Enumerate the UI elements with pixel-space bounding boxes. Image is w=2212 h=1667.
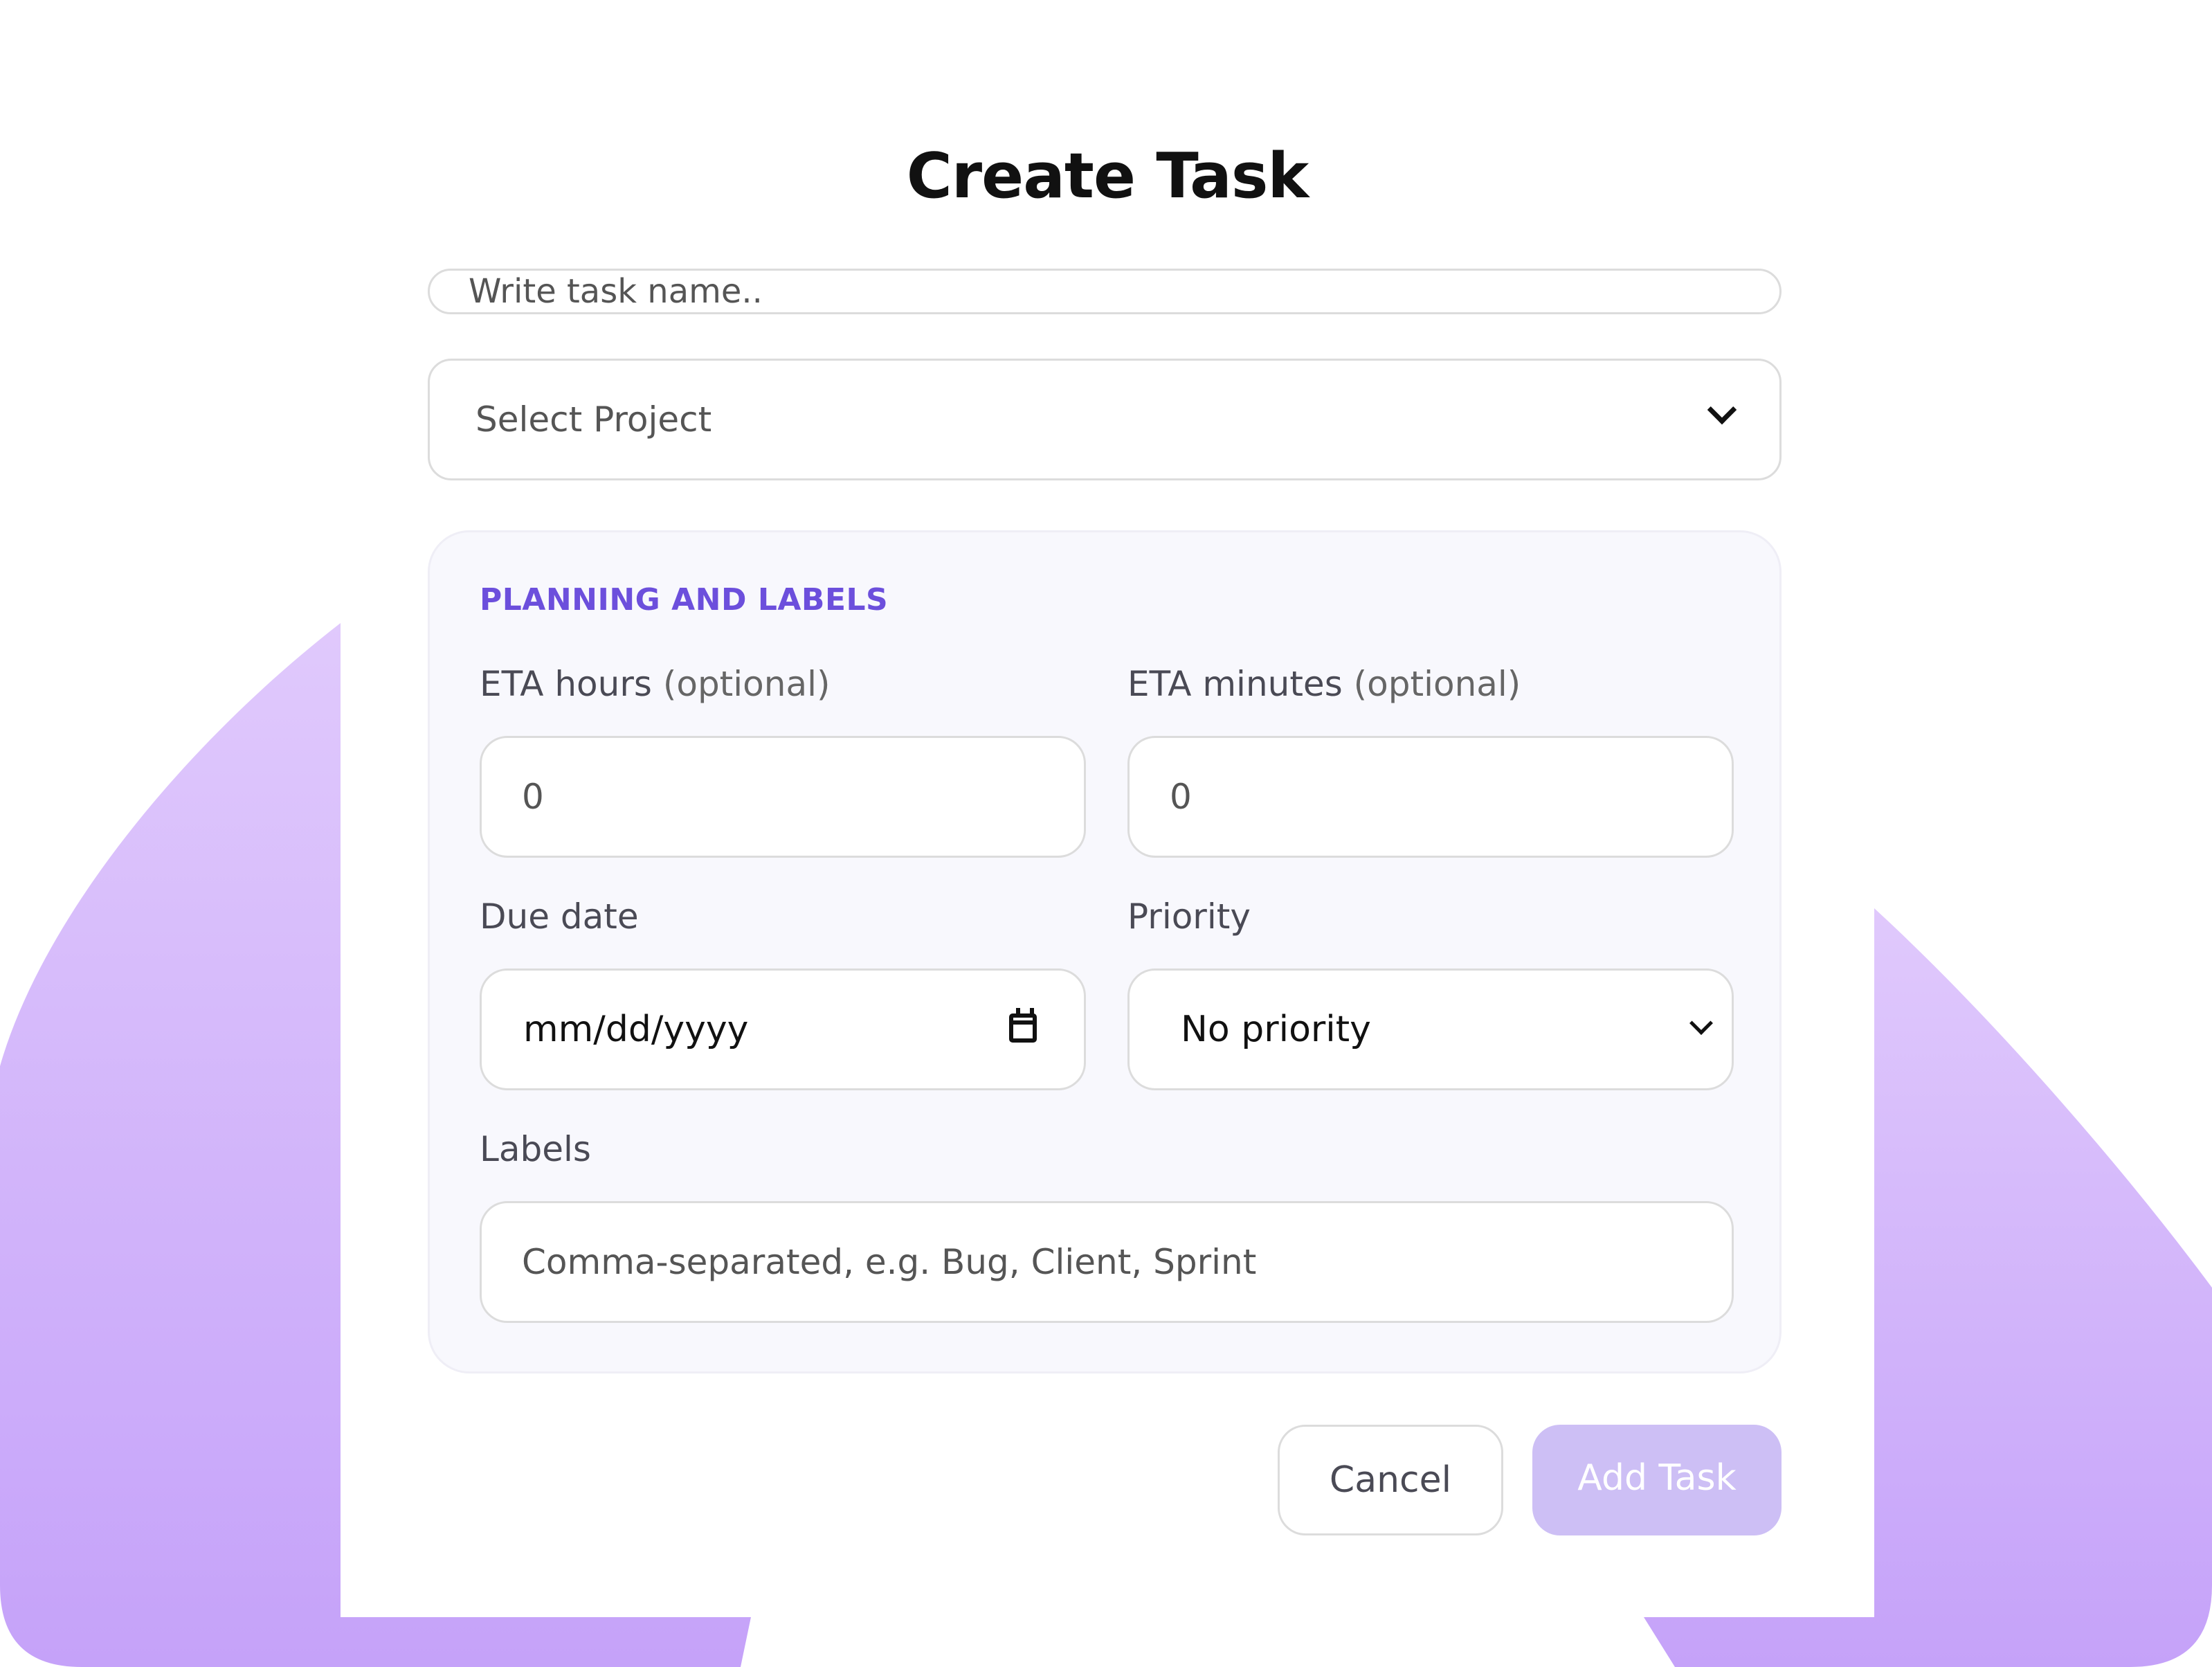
due-date-label: Due date — [480, 896, 639, 937]
labels-input[interactable] — [482, 1203, 1732, 1321]
eta-hours-optional: (optional) — [662, 664, 831, 704]
project-select[interactable]: Select Project — [428, 359, 1782, 480]
calendar-icon[interactable] — [1009, 1008, 1037, 1043]
eta-minutes-optional: (optional) — [1353, 664, 1521, 704]
eta-hours-label: ETA hours (optional) — [480, 664, 831, 704]
task-name-input[interactable] — [428, 269, 1782, 314]
eta-minutes-input[interactable] — [1130, 738, 1732, 856]
eta-minutes-field — [1127, 736, 1734, 858]
eta-minutes-label: ETA minutes (optional) — [1127, 664, 1521, 704]
priority-label: Priority — [1127, 896, 1251, 937]
cancel-button[interactable]: Cancel — [1278, 1425, 1503, 1535]
project-select-value: Select Project — [475, 399, 712, 440]
section-title: PLANNING AND LABELS — [480, 582, 889, 618]
priority-select[interactable]: No priority — [1127, 968, 1734, 1090]
eta-minutes-label-text: ETA minutes — [1127, 664, 1343, 704]
due-date-value: mm/dd/yyyy — [523, 1009, 749, 1050]
modal-title: Create Task — [906, 140, 1309, 213]
labels-label: Labels — [480, 1129, 591, 1169]
add-task-button[interactable]: Add Task — [1532, 1425, 1782, 1535]
planning-panel: PLANNING AND LABELS ETA hours (optional)… — [428, 530, 1782, 1373]
priority-value: No priority — [1181, 1009, 1371, 1050]
due-date-input[interactable]: mm/dd/yyyy — [480, 968, 1086, 1090]
chevron-down-icon — [1689, 1011, 1713, 1035]
eta-hours-label-text: ETA hours — [480, 664, 652, 704]
eta-hours-field — [480, 736, 1086, 858]
chevron-down-icon — [1707, 395, 1737, 425]
create-task-modal: Create Task Select Project PLANNING AND … — [341, 0, 1874, 1617]
eta-hours-input[interactable] — [482, 738, 1084, 856]
labels-field — [480, 1201, 1734, 1323]
